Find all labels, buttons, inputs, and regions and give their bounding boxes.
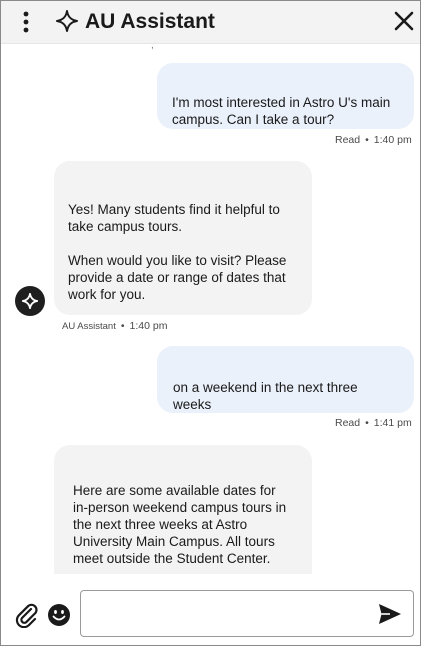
- kebab-menu-icon[interactable]: [15, 10, 37, 34]
- message-time: 1:41 pm: [373, 417, 412, 429]
- scroll-remnant-mark: ,: [151, 44, 154, 51]
- send-icon[interactable]: [378, 603, 402, 625]
- message-time: 1:40 pm: [373, 134, 412, 146]
- sparkle-icon: [22, 293, 38, 309]
- bot-message-bubble: Here are some available dates for in-per…: [54, 445, 312, 574]
- close-icon[interactable]: [392, 9, 416, 33]
- bot-message-bubble: Yes! Many students find it helpful to ta…: [54, 161, 312, 315]
- message-text: on a weekend in the next three weeks: [173, 380, 358, 412]
- message-text: Here are some available dates for in-per…: [73, 483, 287, 566]
- chat-title: AU Assistant: [85, 10, 215, 33]
- chat-window: AU Assistant , I'm most interested in As…: [0, 0, 421, 646]
- message-text: Yes! Many students find it helpful to ta…: [68, 202, 287, 302]
- emoji-icon[interactable]: [47, 603, 71, 627]
- user-message-bubble: I'm most interested in Astro U's main ca…: [157, 63, 414, 129]
- message-list[interactable]: , I'm most interested in Astro U's main …: [1, 44, 420, 574]
- read-status: Read: [335, 417, 361, 429]
- message-sender-meta: AU Assistant • 1:40 pm: [62, 320, 168, 332]
- message-text: I'm most interested in Astro U's main ca…: [172, 95, 391, 127]
- user-message-bubble: on a weekend in the next three weeks: [157, 346, 414, 413]
- assistant-avatar: [15, 286, 45, 316]
- sender-name: AU Assistant: [62, 321, 116, 332]
- message-status: Read • 1:41 pm: [335, 417, 412, 429]
- message-input[interactable]: [80, 590, 414, 637]
- read-status: Read: [335, 134, 361, 146]
- sparkle-icon: [56, 10, 78, 32]
- message-time: 1:40 pm: [129, 320, 168, 332]
- paperclip-icon[interactable]: [14, 602, 40, 629]
- message-composer: [1, 576, 420, 645]
- chat-header: AU Assistant: [1, 1, 420, 44]
- message-status: Read • 1:40 pm: [335, 134, 412, 146]
